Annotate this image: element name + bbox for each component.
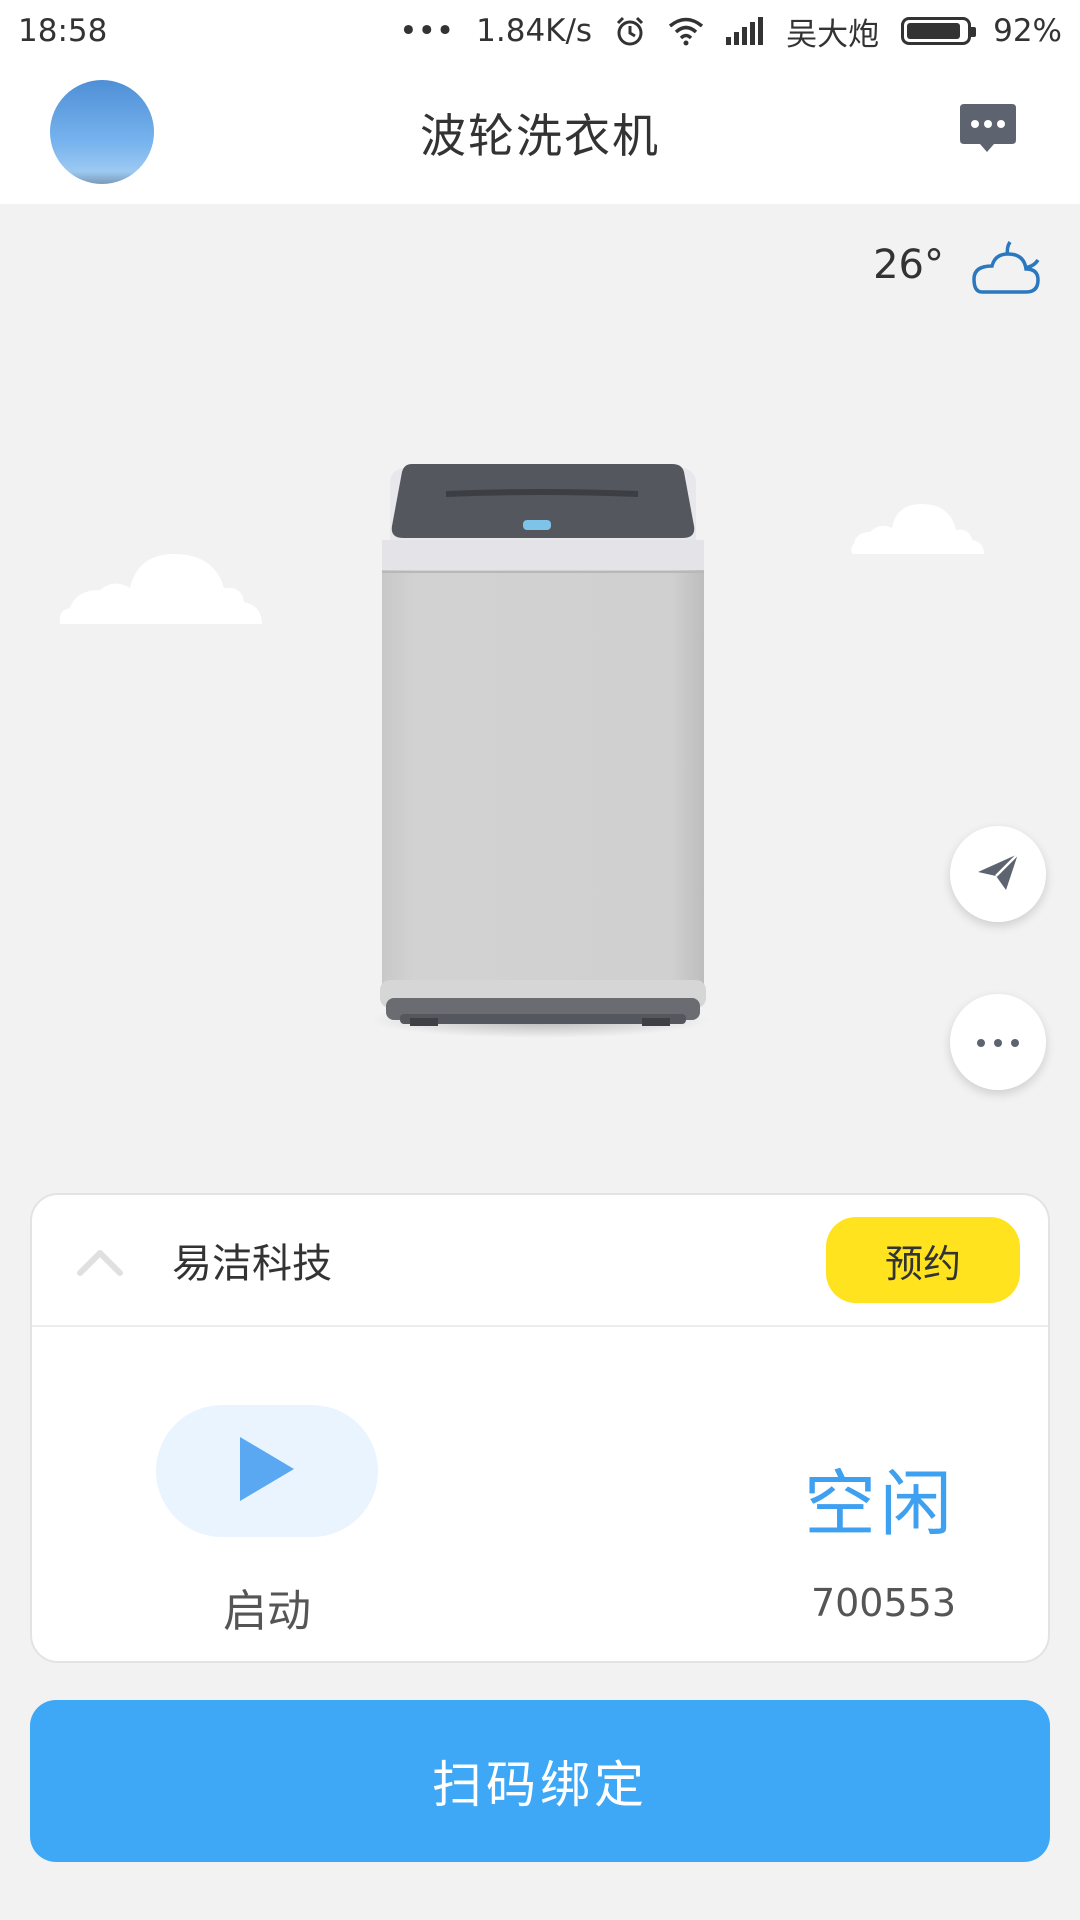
cloudy-night-icon bbox=[968, 230, 1046, 300]
paper-plane-icon bbox=[976, 852, 1020, 896]
scan-bind-button[interactable]: 扫码绑定 bbox=[30, 1700, 1050, 1862]
reserve-button[interactable]: 预约 bbox=[826, 1217, 1020, 1303]
network-speed: 1.84K/s bbox=[476, 13, 593, 49]
temperature: 26° bbox=[873, 242, 944, 288]
carrier-name: 吴大炮 bbox=[786, 16, 880, 53]
control-card: 易洁科技 预约 启动 空闲 700553 bbox=[30, 1193, 1050, 1663]
more-dots-icon bbox=[976, 1033, 1020, 1052]
battery-percent: 92% bbox=[993, 13, 1062, 49]
weather-widget: 26° bbox=[873, 230, 1046, 300]
battery-icon bbox=[901, 17, 977, 45]
start-label: 启动 bbox=[223, 1586, 311, 1637]
device-id: 700553 bbox=[810, 1581, 956, 1625]
page-title: 波轮洗衣机 bbox=[420, 109, 660, 163]
notification-dots: ••• bbox=[399, 13, 455, 49]
vendor-name: 易洁科技 bbox=[172, 1241, 332, 1287]
start-button[interactable] bbox=[156, 1405, 378, 1537]
status-time: 18:58 bbox=[18, 13, 108, 49]
machine-status: 空闲 bbox=[803, 1462, 956, 1546]
more-button[interactable] bbox=[950, 994, 1046, 1090]
signal-icon bbox=[726, 17, 764, 45]
app-header: 波轮洗衣机 bbox=[0, 62, 1080, 204]
card-header: 易洁科技 预约 bbox=[32, 1195, 1048, 1327]
chevron-up-icon[interactable] bbox=[76, 1241, 124, 1281]
battery-fill bbox=[907, 23, 961, 39]
cloud-right bbox=[851, 504, 984, 554]
play-icon bbox=[236, 1433, 298, 1509]
wifi-icon bbox=[668, 16, 704, 46]
chat-bubble-icon[interactable] bbox=[958, 100, 1018, 160]
washing-machine-image bbox=[370, 464, 710, 1038]
send-button[interactable] bbox=[950, 826, 1046, 922]
alarm-icon bbox=[614, 15, 646, 47]
avatar[interactable] bbox=[50, 80, 154, 184]
status-bar: 18:58 ••• 1.84K/s 吴大炮 92% bbox=[0, 0, 1080, 62]
cloud-left bbox=[59, 554, 262, 624]
